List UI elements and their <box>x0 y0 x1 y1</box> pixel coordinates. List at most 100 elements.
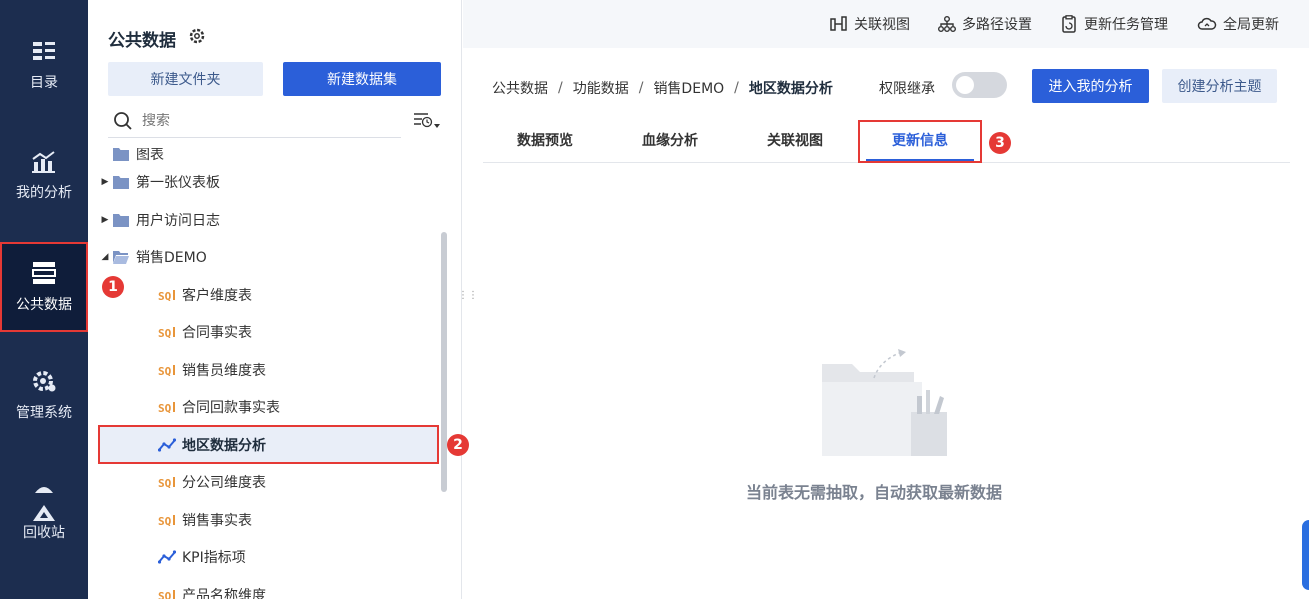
tree-item-label: 分公司维度表 <box>182 475 266 491</box>
public-data-icon <box>31 260 57 286</box>
folder-icon <box>112 173 130 191</box>
empty-folder-illustration <box>822 349 947 456</box>
multipath-settings-label: 多路径设置 <box>962 17 1032 33</box>
highlight-box-selected-item <box>98 425 439 464</box>
nav-item-public-data[interactable]: 公共数据 <box>0 242 88 332</box>
breadcrumb: 公共数据 / 功能数据 / 销售DEMO / 地区数据分析 <box>492 78 833 98</box>
svg-text:SQ: SQ <box>158 327 172 338</box>
tree-item-sql[interactable]: SQ 合同回款事实表 <box>158 389 438 425</box>
new-dataset-button[interactable]: 新建数据集 <box>283 62 441 96</box>
nav-label-recycle: 回收站 <box>23 525 65 541</box>
update-task-action[interactable]: 更新任务管理 <box>1060 14 1168 34</box>
nav-label-my-analysis: 我的分析 <box>16 185 72 201</box>
panel-splitter-handle[interactable]: ⋮⋮ <box>458 290 478 301</box>
search-input[interactable] <box>142 112 342 129</box>
nav-item-catalog[interactable]: 目录 <box>0 20 88 110</box>
expand-arrow-icon[interactable]: ▶ <box>98 215 112 225</box>
permission-inherit-toggle[interactable] <box>952 72 1007 98</box>
global-update-action[interactable]: 全局更新 <box>1197 14 1279 34</box>
tree-scrollbar[interactable] <box>441 232 447 492</box>
svg-text:SQ: SQ <box>158 590 172 599</box>
recycle-icon <box>31 487 57 521</box>
sql-icon: SQ <box>158 473 176 491</box>
breadcrumb-item[interactable]: 功能数据 <box>573 78 629 98</box>
related-view-label: 关联视图 <box>854 17 910 33</box>
sql-icon: SQ <box>158 286 176 304</box>
step-badge-1: 1 <box>102 276 124 298</box>
svg-text:SQ: SQ <box>158 290 172 301</box>
global-update-label: 全局更新 <box>1223 17 1279 33</box>
search-icon <box>108 111 138 131</box>
nav-label-admin: 管理系统 <box>16 405 72 421</box>
tree-item-sql[interactable]: SQ 客户维度表 <box>158 277 438 313</box>
sort-filter-icon[interactable] <box>413 110 441 136</box>
highlight-box-update-tab <box>858 120 982 163</box>
cloud-refresh-icon <box>1197 17 1217 30</box>
enter-my-analysis-button[interactable]: 进入我的分析 <box>1032 69 1149 103</box>
sql-icon: SQ <box>158 511 176 529</box>
sql-icon: SQ <box>158 323 176 341</box>
sql-icon: SQ <box>158 361 176 379</box>
catalog-icon <box>31 38 57 64</box>
my-analysis-icon <box>31 148 57 174</box>
tree-item-label: 销售DEMO <box>136 250 207 266</box>
update-task-icon <box>1062 15 1076 33</box>
related-view-action[interactable]: 关联视图 <box>830 14 910 34</box>
tree-item-label: 产品名称维度 <box>182 588 266 599</box>
tree-list: 图表 ▶ 第一张仪表板 ▶ 用户访问日志 ◢ 销售DEMO SQ 客户维度表 S… <box>88 148 450 599</box>
create-analysis-subject-button[interactable]: 创建分析主题 <box>1162 69 1277 103</box>
tree-item-sql[interactable]: SQ 分公司维度表 <box>158 464 438 500</box>
gear-icon <box>31 368 57 394</box>
sql-icon: SQ <box>158 398 176 416</box>
folder-icon <box>112 148 130 163</box>
new-folder-button[interactable]: 新建文件夹 <box>108 62 263 96</box>
permission-inherit-label: 权限继承 <box>879 81 935 97</box>
svg-text:SQ: SQ <box>158 402 172 413</box>
search-box <box>108 104 401 138</box>
related-view-icon <box>830 16 847 31</box>
tree-item-label: 图表 <box>136 148 164 163</box>
nav-item-admin[interactable]: 管理系统 <box>0 350 88 440</box>
tab-data-preview[interactable]: 数据预览 <box>495 118 595 162</box>
hierarchy-icon <box>938 16 956 32</box>
expand-arrow-icon[interactable]: ▶ <box>98 177 112 187</box>
tree-item-label: 销售员维度表 <box>182 363 266 379</box>
tab-lineage[interactable]: 血缘分析 <box>620 118 720 162</box>
tree-item-label: 合同回款事实表 <box>182 400 280 416</box>
tree-item-sql[interactable]: SQ 合同事实表 <box>158 314 438 350</box>
settings-gear-icon[interactable] <box>188 27 206 49</box>
update-task-label: 更新任务管理 <box>1084 17 1168 33</box>
tree-item-label: 销售事实表 <box>182 513 252 529</box>
toggle-knob <box>956 76 974 94</box>
nav-label-public-data: 公共数据 <box>16 297 72 313</box>
tree-item-label: 客户维度表 <box>182 288 252 304</box>
sql-icon: SQ <box>158 586 176 599</box>
multipath-settings-action[interactable]: 多路径设置 <box>938 14 1032 34</box>
empty-state-message: 当前表无需抽取，自动获取最新数据 <box>746 483 1003 502</box>
nav-item-my-analysis[interactable]: 我的分析 <box>0 130 88 220</box>
resource-tree-panel: 公共数据 新建文件夹 新建数据集 图表 ▶ 第一张仪表板 ▶ 用户访问日志 ◢ <box>88 0 462 599</box>
tree-item-label: 第一张仪表板 <box>136 175 220 191</box>
tree-item-label: KPI指标项 <box>182 550 246 566</box>
breadcrumb-separator: / <box>558 80 563 96</box>
tree-item-folder[interactable]: ▶ 第一张仪表板 <box>98 164 438 200</box>
breadcrumb-item[interactable]: 销售DEMO <box>653 78 724 98</box>
folder-open-icon <box>112 248 130 266</box>
tree-item-sql[interactable]: SQ 产品名称维度 <box>158 577 438 599</box>
svg-text:SQ: SQ <box>158 365 172 376</box>
folder-icon <box>112 211 130 229</box>
tree-item-sql[interactable]: SQ 销售事实表 <box>158 502 438 538</box>
floating-assistant-tab[interactable] <box>1302 520 1309 590</box>
analysis-line-icon <box>158 548 176 566</box>
nav-item-recycle[interactable]: 回收站 <box>0 470 88 560</box>
tree-item-analysis[interactable]: KPI指标项 <box>158 539 438 575</box>
collapse-arrow-icon[interactable]: ◢ <box>98 252 112 262</box>
breadcrumb-separator: / <box>734 80 739 96</box>
tree-item-label: 用户访问日志 <box>136 213 220 229</box>
tree-item-sql[interactable]: SQ 销售员维度表 <box>158 352 438 388</box>
tab-related-view[interactable]: 关联视图 <box>745 118 845 162</box>
breadcrumb-item[interactable]: 公共数据 <box>492 78 548 98</box>
tree-item-folder[interactable]: ▶ 用户访问日志 <box>98 202 438 238</box>
tree-item-folder-open[interactable]: ◢ 销售DEMO <box>98 239 438 275</box>
step-badge-2: 2 <box>447 434 469 456</box>
